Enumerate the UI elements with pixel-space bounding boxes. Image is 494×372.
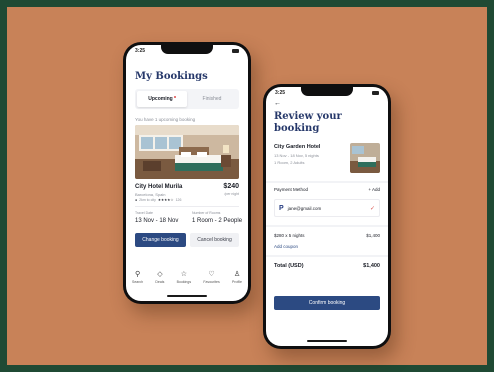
hotel-room-image[interactable] [135,125,239,179]
price-line-item: $280 x 5 nights [274,233,305,238]
payment-card[interactable]: P jane@gmail.com ✓ [274,199,380,217]
total-amount: $1,400 [363,263,380,269]
booking-tabs: Upcoming Finished [135,89,239,109]
rating-stars: ★★★★☆ [157,198,174,202]
status-bar: 3:25 [275,90,379,96]
background-canvas: 3:25 My Bookings Upcoming Finished You h… [7,7,487,365]
page-title-line2: booking [274,123,320,134]
paypal-icon: P [279,204,284,212]
upcoming-info: You have 1 upcoming booking [135,117,196,122]
add-payment-button[interactable]: + Add [368,187,380,192]
room-photo [135,125,239,179]
travel-date-label: Travel Date [135,211,153,215]
divider [266,181,388,183]
payment-method-label: Payment Method [274,187,309,192]
hotel-price: $240 [223,183,239,190]
bookings-phone: 3:25 My Bookings Upcoming Finished You h… [123,42,251,304]
tab-upcoming[interactable]: Upcoming [137,91,187,107]
price-unit: /per night [224,192,239,196]
hotel-distance: 2km to city [139,198,156,202]
bookings-screen: 3:25 My Bookings Upcoming Finished You h… [126,45,248,301]
booking-rooms: 1 Room, 2 Adults [274,160,305,165]
divider [266,255,388,257]
review-phone: 3:25 ← Review your booking City Garden H… [263,84,391,349]
notification-dot [173,96,176,98]
cancel-booking-button[interactable]: Cancel booking [190,233,239,247]
hotel-location: Barcelona, Spain [135,192,166,197]
tag-icon: ◇ [157,271,163,278]
nav-deals[interactable]: ◇ Deals [155,271,164,284]
search-icon: ⚲ [134,271,141,278]
rooms-value: 1 Room - 2 People [192,218,243,224]
location-pin-icon: ● [135,198,138,202]
battery-icon [372,91,379,95]
tab-finished[interactable]: Finished [187,91,237,107]
nav-favourites[interactable]: ♡ Favourites [203,271,219,284]
divider [266,225,388,227]
battery-icon [232,49,239,53]
room-thumbnail-photo [350,143,380,173]
bottom-nav: ⚲ Search ◇ Deals ☆ Bookings ♡ Favourites… [132,271,242,284]
payment-email: jane@gmail.com [287,205,322,211]
travel-date-value: 13 Nov - 18 Nov [135,218,179,224]
total-label: Total (USD) [274,263,304,269]
hotel-thumbnail [350,143,380,173]
profile-icon: ♙ [233,271,241,278]
hotel-name: City Garden Hotel [274,144,321,150]
home-indicator [167,295,207,297]
check-icon: ✓ [369,205,375,212]
hotel-meta: ● 2km to city ★★★★☆ 126 [135,198,181,202]
status-time: 3:25 [275,90,286,96]
add-coupon-link[interactable]: Add coupon [274,244,298,249]
rooms-label: Number of Rooms [192,211,221,215]
review-screen: 3:25 ← Review your booking City Garden H… [266,87,388,346]
page-title-line1: Review your [274,111,342,122]
star-icon: ☆ [180,271,188,278]
price-line-amount: $1,400 [366,233,380,238]
confirm-booking-button[interactable]: Confirm booking [274,296,380,310]
change-booking-button[interactable]: Change booking [135,233,186,247]
heart-icon: ♡ [208,271,215,278]
status-time: 3:25 [135,48,146,54]
hotel-name: City Hotel Murila [135,184,183,190]
nav-bookings[interactable]: ☆ Bookings [177,271,191,284]
nav-profile[interactable]: ♙ Profile [232,271,242,284]
nav-search[interactable]: ⚲ Search [132,271,143,284]
home-indicator [307,340,347,342]
booking-dates: 13 Nov - 18 Nov, 5 nights [274,153,319,158]
page-title: My Bookings [135,71,208,82]
back-arrow-icon[interactable]: ← [274,100,281,107]
review-count: 126 [175,198,182,202]
status-bar: 3:25 [135,48,239,54]
divider [135,206,239,207]
